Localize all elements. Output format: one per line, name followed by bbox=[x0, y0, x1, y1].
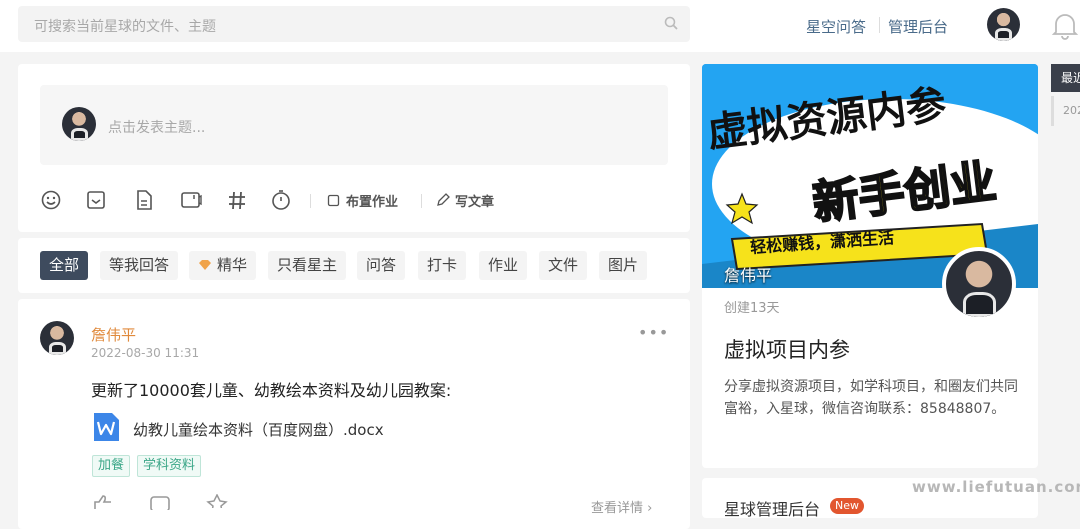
side-tab-recent[interactable]: 最近 bbox=[1051, 64, 1080, 92]
file-icon[interactable] bbox=[133, 189, 155, 211]
new-badge: New bbox=[830, 498, 864, 514]
composer-avatar bbox=[62, 107, 96, 141]
post-text: 更新了10000套儿童、幼教绘本资料及幼儿园教案: bbox=[91, 381, 452, 400]
emoji-icon[interactable] bbox=[40, 189, 62, 211]
comment-icon[interactable] bbox=[149, 496, 171, 510]
diamond-icon bbox=[199, 260, 211, 270]
post-time: 2022-08-30 11:31 bbox=[91, 346, 200, 360]
search-icon[interactable] bbox=[664, 16, 678, 30]
more-options-icon[interactable]: ••• bbox=[638, 323, 669, 342]
group-created: 创建13天 bbox=[724, 301, 780, 316]
word-doc-icon bbox=[94, 413, 119, 441]
group-info-card: 虚拟资源内参 新手创业 轻松赚钱，潇洒生活 詹伟平 创建13天 虚拟项目内参 分… bbox=[702, 64, 1038, 468]
tab-homework[interactable]: 作业 bbox=[479, 251, 528, 280]
tab-checkin[interactable]: 打卡 bbox=[418, 251, 467, 280]
search-input[interactable]: 可搜索当前星球的文件、主题 bbox=[18, 6, 690, 42]
tab-owner-only[interactable]: 只看星主 bbox=[268, 251, 347, 280]
star-icon[interactable] bbox=[206, 494, 228, 508]
search-placeholder: 可搜索当前星球的文件、主题 bbox=[34, 19, 216, 35]
attachment-file-name[interactable]: 幼教儿童绘本资料（百度网盘）.docx bbox=[133, 419, 384, 440]
pencil-icon bbox=[437, 193, 450, 206]
tag[interactable]: 学科资料 bbox=[137, 455, 202, 477]
user-avatar[interactable] bbox=[987, 8, 1020, 41]
assign-homework-button[interactable]: 布置作业 bbox=[346, 191, 398, 210]
top-header: 可搜索当前星球的文件、主题 星空问答 管理后台 bbox=[0, 0, 1080, 52]
bell-icon[interactable] bbox=[1051, 10, 1079, 40]
group-description: 分享虚拟资源项目，如学科项目，和圈友们共同富裕，入星球，微信咨询联系：85848… bbox=[724, 379, 1018, 417]
admin-link[interactable]: 管理后台 bbox=[888, 16, 948, 37]
tab-waiting-answer[interactable]: 等我回答 bbox=[100, 251, 179, 280]
header-divider bbox=[879, 17, 880, 33]
side-year[interactable]: 2022 bbox=[1051, 96, 1080, 126]
tab-all[interactable]: 全部 bbox=[40, 251, 89, 280]
tab-files[interactable]: 文件 bbox=[539, 251, 588, 280]
tag[interactable]: 加餐 bbox=[92, 455, 131, 477]
write-article-button[interactable]: 写文章 bbox=[455, 191, 494, 210]
banner-owner-name: 詹伟平 bbox=[724, 266, 773, 285]
tab-qa[interactable]: 问答 bbox=[357, 251, 406, 280]
toolbar-divider bbox=[310, 194, 311, 208]
tab-featured[interactable]: 精华 bbox=[189, 251, 257, 280]
image-icon[interactable] bbox=[85, 189, 107, 211]
tab-featured-label: 精华 bbox=[217, 256, 248, 274]
hashtag-icon[interactable] bbox=[226, 189, 248, 211]
author-name[interactable]: 詹伟平 bbox=[91, 324, 136, 345]
composer-placeholder: 点击发表主题... bbox=[108, 120, 206, 136]
author-avatar[interactable] bbox=[40, 321, 74, 355]
owner-avatar[interactable] bbox=[942, 247, 1016, 321]
filter-tabs: 全部 等我回答 精华 只看星主 问答 打卡 作业 文件 图片 bbox=[18, 238, 690, 293]
toolbar-divider bbox=[421, 194, 422, 208]
video-icon[interactable] bbox=[180, 189, 202, 211]
watermark: www.liefutuan.com bbox=[912, 478, 1080, 496]
composer-card: 点击发表主题... 布置作业 写文章 bbox=[18, 64, 690, 232]
post-card: 詹伟平 2022-08-30 11:31 ••• 更新了10000套儿童、幼教绘… bbox=[18, 299, 690, 529]
qa-link[interactable]: 星空问答 bbox=[806, 16, 866, 37]
group-name: 虚拟项目内参 bbox=[724, 338, 850, 362]
composer-input[interactable]: 点击发表主题... bbox=[40, 85, 668, 165]
timer-icon[interactable] bbox=[270, 189, 292, 211]
admin-card-title: 星球管理后台 bbox=[724, 500, 821, 519]
homework-icon bbox=[327, 194, 340, 207]
tab-images[interactable]: 图片 bbox=[599, 251, 648, 280]
